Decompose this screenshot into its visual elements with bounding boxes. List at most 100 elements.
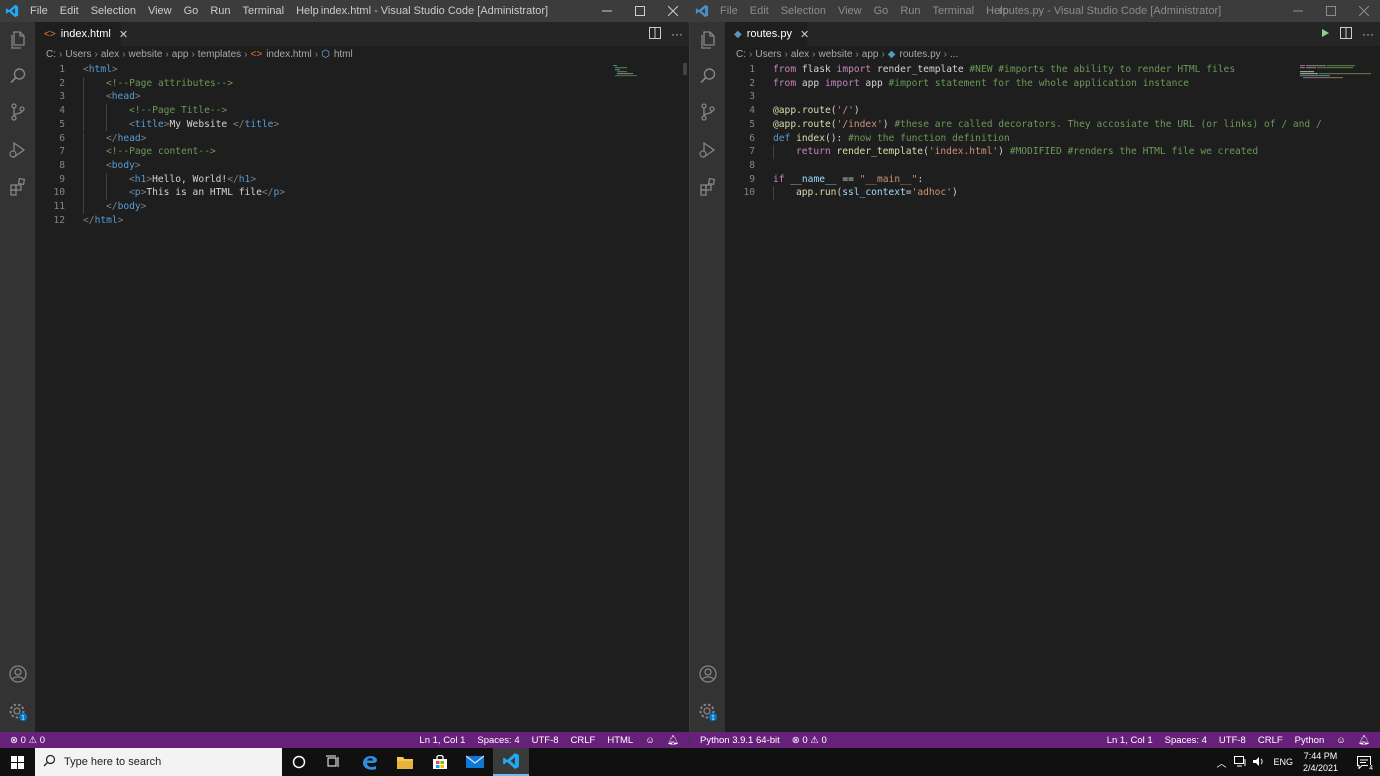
- menu-file[interactable]: File: [24, 0, 54, 22]
- language-mode[interactable]: HTML: [601, 732, 639, 748]
- code-line[interactable]: 10 <p>This is an HTML file</p>: [35, 186, 689, 200]
- feedback-icon[interactable]: ☺: [1330, 732, 1352, 748]
- menu-selection[interactable]: Selection: [775, 0, 832, 22]
- code-line[interactable]: 3 <head>: [35, 90, 689, 105]
- vscode-logo-icon[interactable]: [0, 0, 24, 22]
- menu-terminal[interactable]: Terminal: [237, 0, 291, 22]
- language-mode[interactable]: Python: [1289, 732, 1331, 748]
- run-debug-icon[interactable]: [690, 132, 725, 168]
- breadcrumb-item[interactable]: alex: [791, 49, 809, 60]
- breadcrumb-item[interactable]: app: [862, 49, 879, 60]
- menu-help[interactable]: Help: [290, 0, 325, 22]
- code-editor[interactable]: 1 <html> 2 <!--Page attributes--> 3 <head> 4 <!…: [35, 63, 689, 732]
- menu-file[interactable]: File: [714, 0, 744, 22]
- taskbar-search-box[interactable]: Type here to search: [35, 748, 282, 776]
- breadcrumb-item[interactable]: Users: [755, 49, 781, 60]
- vertical-scrollbar[interactable]: [683, 63, 687, 75]
- breadcrumb-item[interactable]: C:: [736, 49, 746, 60]
- maximize-button[interactable]: [1314, 0, 1347, 22]
- indentation[interactable]: Spaces: 4: [471, 732, 525, 748]
- explorer-icon[interactable]: [0, 22, 35, 58]
- code-line[interactable]: 6 def index(): #now the function definiti…: [725, 132, 1380, 146]
- more-actions-icon[interactable]: ···: [671, 27, 683, 41]
- microsoft-store-icon[interactable]: [423, 748, 457, 776]
- code-line[interactable]: 5 @app.route('/index') #these are called …: [725, 118, 1380, 132]
- python-interpreter[interactable]: Python 3.9.1 64-bit: [690, 732, 786, 748]
- close-window-button[interactable]: [656, 0, 689, 22]
- clock[interactable]: 7:44 PM 2/4/2021: [1303, 750, 1338, 774]
- menu-go[interactable]: Go: [868, 0, 895, 22]
- breadcrumb-item[interactable]: routes.py: [900, 49, 941, 60]
- breadcrumb-item[interactable]: website: [129, 49, 163, 60]
- breadcrumb-item[interactable]: Users: [65, 49, 91, 60]
- extensions-icon[interactable]: [690, 169, 725, 205]
- breadcrumb-item[interactable]: app: [172, 49, 189, 60]
- minimize-button[interactable]: [590, 0, 623, 22]
- vscode-logo-icon[interactable]: [690, 0, 714, 22]
- line-ending[interactable]: CRLF: [1252, 732, 1289, 748]
- cursor-position[interactable]: Ln 1, Col 1: [413, 732, 471, 748]
- tab-close-icon[interactable]: ✕: [800, 28, 809, 41]
- encoding[interactable]: UTF-8: [1213, 732, 1252, 748]
- task-view-icon[interactable]: [317, 748, 349, 776]
- search-icon[interactable]: [690, 58, 725, 94]
- mail-icon[interactable]: [458, 748, 492, 776]
- breadcrumb-item[interactable]: ...: [950, 49, 958, 60]
- editor-area[interactable]: ◆ routes.py ✕ ··· C: › Users › alex › websi…: [725, 22, 1380, 732]
- code-line[interactable]: 2 from app import app #import statement f…: [725, 77, 1380, 91]
- vscode-taskbar-icon[interactable]: [493, 748, 529, 776]
- code-line[interactable]: 1 <html>: [35, 63, 689, 77]
- breadcrumb-item[interactable]: index.html: [266, 49, 312, 60]
- code-line[interactable]: 6 </head>: [35, 131, 689, 146]
- run-debug-icon[interactable]: [0, 132, 35, 168]
- title-bar[interactable]: File Edit Selection View Go Run Terminal…: [690, 0, 1380, 22]
- breadcrumb-item[interactable]: templates: [198, 49, 241, 60]
- title-bar[interactable]: File Edit Selection View Go Run Terminal…: [0, 0, 689, 22]
- code-line[interactable]: 10 app.run(ssl_context='adhoc'): [725, 186, 1380, 200]
- menu-run[interactable]: Run: [204, 0, 236, 22]
- menu-run[interactable]: Run: [894, 0, 926, 22]
- notification-center-icon[interactable]: 4: [1352, 748, 1376, 776]
- indentation[interactable]: Spaces: 4: [1159, 732, 1213, 748]
- code-line[interactable]: 12 </html>: [35, 214, 689, 228]
- accounts-icon[interactable]: [690, 656, 725, 692]
- minimap[interactable]: [613, 65, 637, 77]
- input-language[interactable]: ENG: [1273, 757, 1293, 767]
- problems-indicator[interactable]: ⊗ 0 ⚠ 0: [786, 732, 833, 748]
- problems-indicator[interactable]: ⊗ 0 ⚠ 0: [0, 732, 51, 748]
- more-actions-icon[interactable]: ···: [1362, 27, 1374, 41]
- cursor-position[interactable]: Ln 1, Col 1: [1101, 732, 1159, 748]
- code-line[interactable]: 5 <title>My Website </title>: [35, 117, 689, 132]
- code-line[interactable]: 4 @app.route('/'): [725, 104, 1380, 118]
- accounts-icon[interactable]: [0, 656, 35, 692]
- menu-edit[interactable]: Edit: [54, 0, 85, 22]
- line-ending[interactable]: CRLF: [565, 732, 602, 748]
- code-line[interactable]: 4 <!--Page Title-->: [35, 104, 689, 118]
- breadcrumb-item[interactable]: C:: [46, 49, 56, 60]
- code-line[interactable]: 11 </body>: [35, 200, 689, 214]
- menu-view[interactable]: View: [142, 0, 178, 22]
- feedback-icon[interactable]: ☺: [639, 732, 661, 748]
- menu-terminal[interactable]: Terminal: [927, 0, 981, 22]
- edge-browser-icon[interactable]: [353, 748, 387, 776]
- tab-routes-py[interactable]: ◆ routes.py ✕: [725, 22, 809, 46]
- menu-view[interactable]: View: [832, 0, 868, 22]
- code-line[interactable]: 1 from flask import render_template #NEW …: [725, 63, 1380, 77]
- code-line[interactable]: 7 return render_template('index.html') #M…: [725, 145, 1380, 159]
- source-control-icon[interactable]: [0, 94, 35, 130]
- show-hidden-icons-icon[interactable]: ︿: [1216, 755, 1226, 770]
- code-line[interactable]: 8 <body>: [35, 158, 689, 173]
- tab-index-html[interactable]: <> index.html ✕: [35, 22, 128, 46]
- menu-selection[interactable]: Selection: [85, 0, 142, 22]
- menu-go[interactable]: Go: [178, 0, 205, 22]
- close-window-button[interactable]: [1347, 0, 1380, 22]
- file-explorer-icon[interactable]: [388, 748, 422, 776]
- split-editor-icon[interactable]: [649, 26, 661, 42]
- notifications-bell-icon[interactable]: 🔔︎: [1352, 732, 1380, 748]
- code-line[interactable]: 7 <!--Page content-->: [35, 145, 689, 159]
- code-line[interactable]: 3: [725, 90, 1380, 104]
- menu-edit[interactable]: Edit: [744, 0, 775, 22]
- cortana-icon[interactable]: [283, 748, 315, 776]
- breadcrumb-item[interactable]: alex: [101, 49, 119, 60]
- network-icon[interactable]: [1234, 755, 1247, 769]
